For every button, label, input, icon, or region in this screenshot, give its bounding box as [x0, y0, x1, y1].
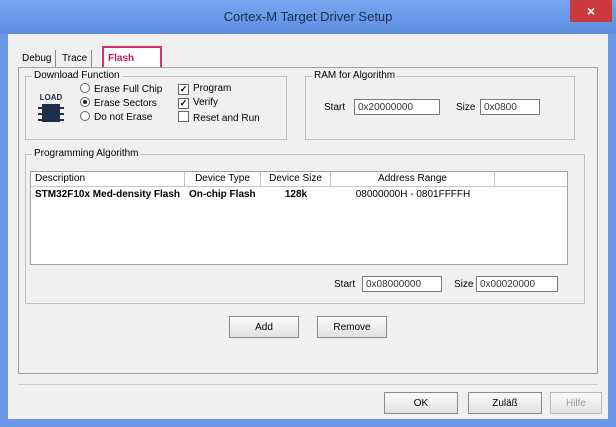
- download-function-title: Download Function: [32, 70, 122, 81]
- algo-size-label: Size: [454, 279, 474, 290]
- cancel-button[interactable]: Zuläß: [468, 392, 542, 414]
- dialog-client-area: Debug Trace Flash Download Download Func…: [8, 34, 608, 419]
- erase-sectors-label: Erase Sectors: [94, 98, 157, 109]
- verify-label: Verify: [193, 97, 219, 108]
- window-title: Cortex-M Target Driver Setup: [223, 9, 393, 24]
- remove-button[interactable]: Remove: [317, 316, 387, 338]
- load-chip-icon: LOAD: [38, 93, 64, 122]
- algo-start-label: Start: [334, 279, 356, 290]
- checkbox-empty: [178, 111, 189, 122]
- programming-algorithm-group: Programming Algorithm Description Device…: [25, 148, 585, 304]
- algorithm-list-header: Description Device Type Device Size Addr…: [31, 172, 567, 187]
- algo-start-input[interactable]: 0x08000000: [362, 276, 442, 292]
- ok-button[interactable]: OK: [384, 392, 458, 414]
- add-button[interactable]: Add: [229, 316, 299, 338]
- ram-start-label: Start: [324, 102, 346, 113]
- radio-circle: [80, 83, 90, 93]
- dialog-window: Cortex-M Target Driver Setup × Debug Tra…: [0, 0, 616, 427]
- ram-size-input[interactable]: 0x0800: [480, 99, 540, 115]
- erase-full-chip-radio[interactable]: Erase Full Chip: [80, 83, 162, 95]
- program-checkbox[interactable]: ✓ Program: [178, 83, 231, 95]
- cell-device-type: On-chip Flash: [189, 189, 256, 200]
- algo-size-input[interactable]: 0x00020000: [476, 276, 558, 292]
- program-label: Program: [193, 83, 232, 94]
- radio-circle: [80, 111, 90, 121]
- help-button: Hilfe: [550, 392, 602, 414]
- col-description-header[interactable]: Description: [31, 172, 185, 186]
- table-row[interactable]: STM32F10x Med-density Flash On-chip Flas…: [31, 187, 567, 202]
- tab-trace[interactable]: Trace: [58, 50, 93, 68]
- col-device-type-header[interactable]: Device Type: [185, 172, 261, 186]
- checkmark-icon: ✓: [178, 84, 189, 95]
- footer-divider: [18, 384, 598, 385]
- cell-description: STM32F10x Med-density Flash: [35, 189, 181, 200]
- verify-checkbox[interactable]: ✓ Verify: [178, 97, 218, 109]
- erase-full-chip-label: Erase Full Chip: [94, 84, 163, 95]
- erase-sectors-radio[interactable]: Erase Sectors: [80, 97, 157, 109]
- do-not-erase-label: Do not Erase: [94, 112, 153, 123]
- title-bar[interactable]: Cortex-M Target Driver Setup ×: [0, 0, 616, 34]
- ram-for-algorithm-group: RAM for Algorithm Start 0x20000000 Size …: [305, 70, 575, 140]
- reset-and-run-checkbox[interactable]: Reset and Run: [178, 111, 260, 124]
- radio-circle-selected: [80, 97, 90, 107]
- tab-debug[interactable]: Debug: [18, 50, 57, 68]
- cell-address-range: 08000000H - 0801FFFFH: [355, 189, 471, 200]
- ram-start-input[interactable]: 0x20000000: [354, 99, 440, 115]
- load-icon-text: LOAD: [40, 93, 63, 102]
- algorithm-list[interactable]: Description Device Type Device Size Addr…: [30, 171, 568, 265]
- flash-download-panel: Download Function LOAD Erase Full Chip E…: [18, 67, 598, 374]
- col-device-size-header[interactable]: Device Size: [261, 172, 331, 186]
- reset-and-run-label: Reset and Run: [193, 113, 260, 124]
- cell-device-size: 128k: [284, 189, 308, 200]
- checkmark-icon: ✓: [178, 98, 189, 109]
- do-not-erase-radio[interactable]: Do not Erase: [80, 111, 152, 123]
- ram-for-algorithm-title: RAM for Algorithm: [312, 70, 398, 81]
- close-button[interactable]: ×: [570, 0, 612, 22]
- ram-size-label: Size: [456, 102, 476, 113]
- programming-algorithm-title: Programming Algorithm: [32, 148, 141, 159]
- download-function-group: Download Function LOAD Erase Full Chip E…: [25, 70, 287, 140]
- col-address-range-header[interactable]: Address Range: [331, 172, 495, 186]
